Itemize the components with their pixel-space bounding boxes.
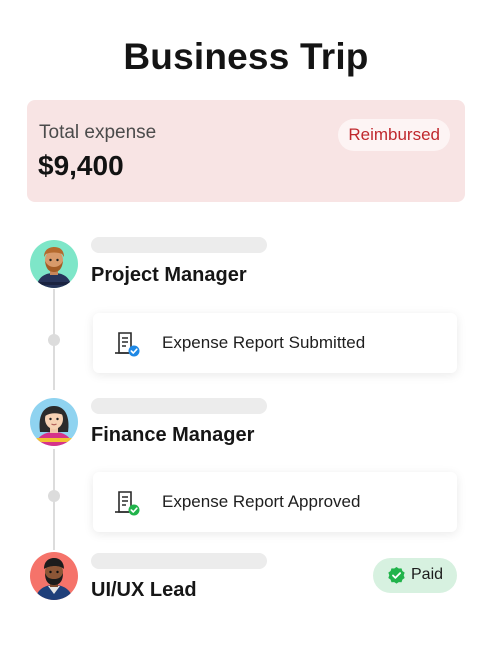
event-card-submitted[interactable]: Expense Report Submitted <box>93 313 457 373</box>
reimbursed-badge: Reimbursed <box>338 119 450 151</box>
role-uiux-lead: UI/UX Lead <box>91 579 197 601</box>
event-submitted-text: Expense Report Submitted <box>162 333 366 352</box>
timeline-dot <box>48 334 60 346</box>
paid-label: Paid <box>411 566 444 583</box>
skeleton-placeholder <box>91 553 267 569</box>
avatar-uiux-lead <box>30 552 78 600</box>
timeline-dot <box>48 490 60 502</box>
total-expense-amount: $9,400 <box>38 150 124 181</box>
skeleton-placeholder <box>91 237 267 253</box>
event-approved-text: Expense Report Approved <box>162 492 361 511</box>
report-approved-icon <box>113 489 141 517</box>
skeleton-placeholder <box>91 398 267 414</box>
expense-summary-card: Total expense $9,400 Reimbursed <box>27 100 465 202</box>
page-title: Business Trip <box>123 36 369 77</box>
role-finance-manager: Finance Manager <box>91 424 255 446</box>
total-expense-label: Total expense <box>39 122 157 143</box>
role-project-manager: Project Manager <box>91 264 247 286</box>
check-badge-icon <box>387 566 406 585</box>
avatar-finance-manager <box>30 398 78 446</box>
avatar-project-manager <box>30 240 78 288</box>
report-submitted-icon <box>113 330 141 358</box>
paid-status-badge: Paid <box>373 558 457 593</box>
event-card-approved[interactable]: Expense Report Approved <box>93 472 457 532</box>
